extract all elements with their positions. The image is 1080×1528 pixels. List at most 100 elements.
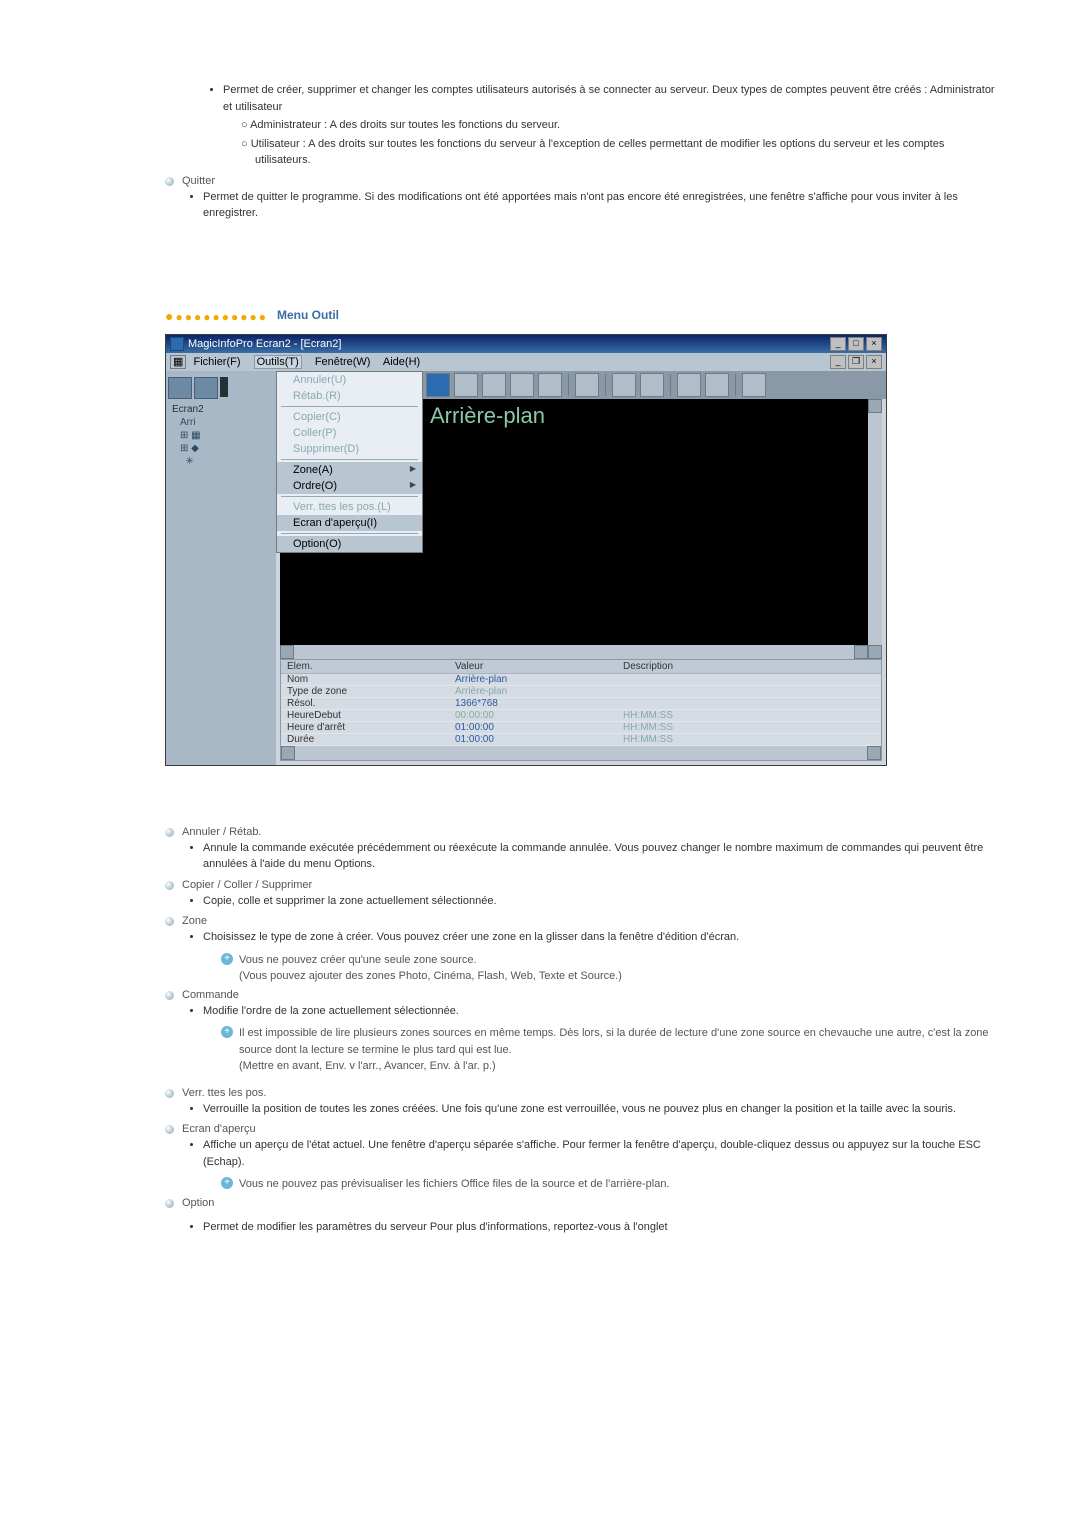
annuler-text: Annule la commande exécutée précédemment… [203, 840, 1000, 873]
menu-tools[interactable]: Outils(T) [254, 355, 302, 369]
tb-btn-9[interactable] [677, 373, 701, 397]
quitter-block: Quitter Permet de quitter le programme. … [165, 175, 1000, 222]
plus-icon [221, 1177, 233, 1189]
tree-node-ecran2[interactable]: Ecran2 [166, 403, 276, 416]
table-row[interactable]: Type de zoneArrière-plan [281, 685, 881, 697]
tb-btn-2[interactable] [454, 373, 478, 397]
mi-delete[interactable]: Supprimer(D) [277, 441, 422, 457]
cell-desc: HH:MM:SS [617, 709, 881, 721]
menu-file[interactable]: Fichier(F) [193, 356, 240, 368]
cell-desc: HH:MM:SS [617, 733, 881, 745]
mi-option[interactable]: Option(O) [277, 536, 422, 552]
cell-desc: HH:MM:SS [617, 721, 881, 733]
table-row[interactable]: Résol.1366*768 [281, 697, 881, 709]
apercu-tip-text: Vous ne pouvez pas prévisualiser les fic… [239, 1176, 670, 1193]
cell-value[interactable]: 1366*768 [449, 697, 617, 709]
apercu-tip: Vous ne pouvez pas prévisualiser les fic… [221, 1176, 1000, 1193]
cell-value[interactable]: Arrière-plan [449, 685, 617, 697]
tb-btn-3[interactable] [482, 373, 506, 397]
table-row[interactable]: HeureDebut00:00:00HH:MM:SS [281, 709, 881, 721]
mi-undo[interactable]: Annuler(U) [277, 372, 422, 388]
scroll-down-button[interactable] [868, 645, 882, 659]
mdi-minimize-button[interactable]: _ [830, 355, 846, 369]
table-row[interactable]: NomArrière-plan [281, 673, 881, 685]
maximize-button[interactable]: □ [848, 337, 864, 351]
mi-zone[interactable]: Zone(A) [277, 462, 422, 478]
scroll-right-button[interactable] [867, 746, 881, 760]
mdi-icon: ▦ [170, 355, 186, 369]
commande-tip-text2: (Mettre en avant, Env. v l'arr., Avancer… [239, 1060, 496, 1072]
dropdown-separator [281, 533, 418, 534]
menu-help[interactable]: Aide(H) [383, 356, 420, 368]
mi-paste[interactable]: Coller(P) [277, 425, 422, 441]
mi-redo[interactable]: Rétab.(R) [277, 388, 422, 404]
zone-tip-text: Vous ne pouvez créer qu'une seule zone s… [239, 954, 477, 966]
tb-btn-6[interactable] [575, 373, 599, 397]
cell-value[interactable]: 01:00:00 [449, 733, 617, 745]
tb-btn-4[interactable] [510, 373, 534, 397]
menu-window[interactable]: Fenêtre(W) [315, 356, 371, 368]
th-elem: Elem. [281, 660, 449, 674]
zone-text: Choisissez le type de zone à créer. Vous… [203, 929, 1000, 946]
cell-elem: Résol. [281, 697, 449, 709]
option-title: Option [182, 1197, 214, 1209]
tree-tool-b-icon[interactable] [194, 377, 218, 399]
tb-btn-8[interactable] [640, 373, 664, 397]
section-title: Menu Outil [277, 308, 339, 322]
mdi-restore-button[interactable]: ❐ [848, 355, 864, 369]
mi-lock[interactable]: Verr. ttes les pos.(L) [277, 499, 422, 515]
cell-value[interactable]: 01:00:00 [449, 721, 617, 733]
tools-dropdown[interactable]: Annuler(U) Rétab.(R) Copier(C) Coller(P)… [276, 371, 423, 553]
tree-divider [220, 377, 228, 397]
vertical-scrollbar[interactable] [868, 399, 882, 659]
quitter-text: Permet de quitter le programme. Si des m… [203, 189, 1000, 222]
tree-tool-a-icon[interactable] [168, 377, 192, 399]
mi-copy[interactable]: Copier(C) [277, 409, 422, 425]
tree-node-x2[interactable]: ⊞ ◆ [166, 442, 276, 455]
zone-tip-text2: (Vous pouvez ajouter des zones Photo, Ci… [239, 970, 622, 982]
close-button[interactable]: × [866, 337, 882, 351]
table-row[interactable]: Durée01:00:00HH:MM:SS [281, 733, 881, 745]
horizontal-scrollbar[interactable] [280, 645, 868, 659]
scroll-left-button[interactable] [280, 645, 294, 659]
top-sublist: Administrateur : A des droits sur toutes… [223, 117, 1000, 169]
cell-value[interactable]: Arrière-plan [449, 673, 617, 685]
toolbar-divider [605, 374, 606, 396]
disc-icon [165, 1199, 174, 1208]
cell-value[interactable]: 00:00:00 [449, 709, 617, 721]
text: Permet de créer, supprimer et changer le… [223, 84, 995, 113]
cell-elem: Type de zone [281, 685, 449, 697]
toolbar-divider [670, 374, 671, 396]
scroll-right-button[interactable] [854, 645, 868, 659]
tb-btn-11[interactable] [742, 373, 766, 397]
mdi-close-button[interactable]: × [866, 355, 882, 369]
cell-desc [617, 685, 881, 697]
top-list: Permet de créer, supprimer et changer le… [185, 82, 1000, 169]
table-header-row: Elem. Valeur Description [281, 660, 881, 674]
quitter-body: Permet de quitter le programme. Si des m… [165, 189, 1000, 222]
tree-node-arri[interactable]: Arri [166, 416, 276, 429]
dropdown-separator [281, 406, 418, 407]
app-icon [170, 337, 184, 351]
quitter-title-row: Quitter [165, 175, 1000, 187]
scroll-up-button[interactable] [868, 399, 882, 413]
side-tree[interactable]: Ecran2 Arri ⊞ ▦ ⊞ ◆ ✳ [166, 371, 276, 765]
table-row[interactable]: Heure d'arrêt01:00:00HH:MM:SS [281, 721, 881, 733]
tb-btn-1[interactable] [426, 373, 450, 397]
app-window: MagicInfoPro Ecran2 - [Ecran2] _ □ × ▦ F… [165, 334, 887, 766]
th-desc: Description [617, 660, 881, 674]
mi-order[interactable]: Ordre(O) [277, 478, 422, 494]
title-bar[interactable]: MagicInfoPro Ecran2 - [Ecran2] _ □ × [166, 335, 886, 353]
tree-node-x3[interactable]: ✳ [166, 455, 276, 468]
tree-node-x1[interactable]: ⊞ ▦ [166, 429, 276, 442]
tb-btn-5[interactable] [538, 373, 562, 397]
scroll-left-button[interactable] [281, 746, 295, 760]
tb-btn-7[interactable] [612, 373, 636, 397]
table-scrollbar[interactable] [281, 746, 881, 760]
disc-icon [165, 1089, 174, 1098]
mi-preview[interactable]: Ecran d'aperçu(I) [277, 515, 422, 531]
minimize-button[interactable]: _ [830, 337, 846, 351]
commande-text: Modifie l'ordre de la zone actuellement … [203, 1003, 1000, 1020]
tb-btn-10[interactable] [705, 373, 729, 397]
commande-title: Commande [182, 989, 239, 1001]
